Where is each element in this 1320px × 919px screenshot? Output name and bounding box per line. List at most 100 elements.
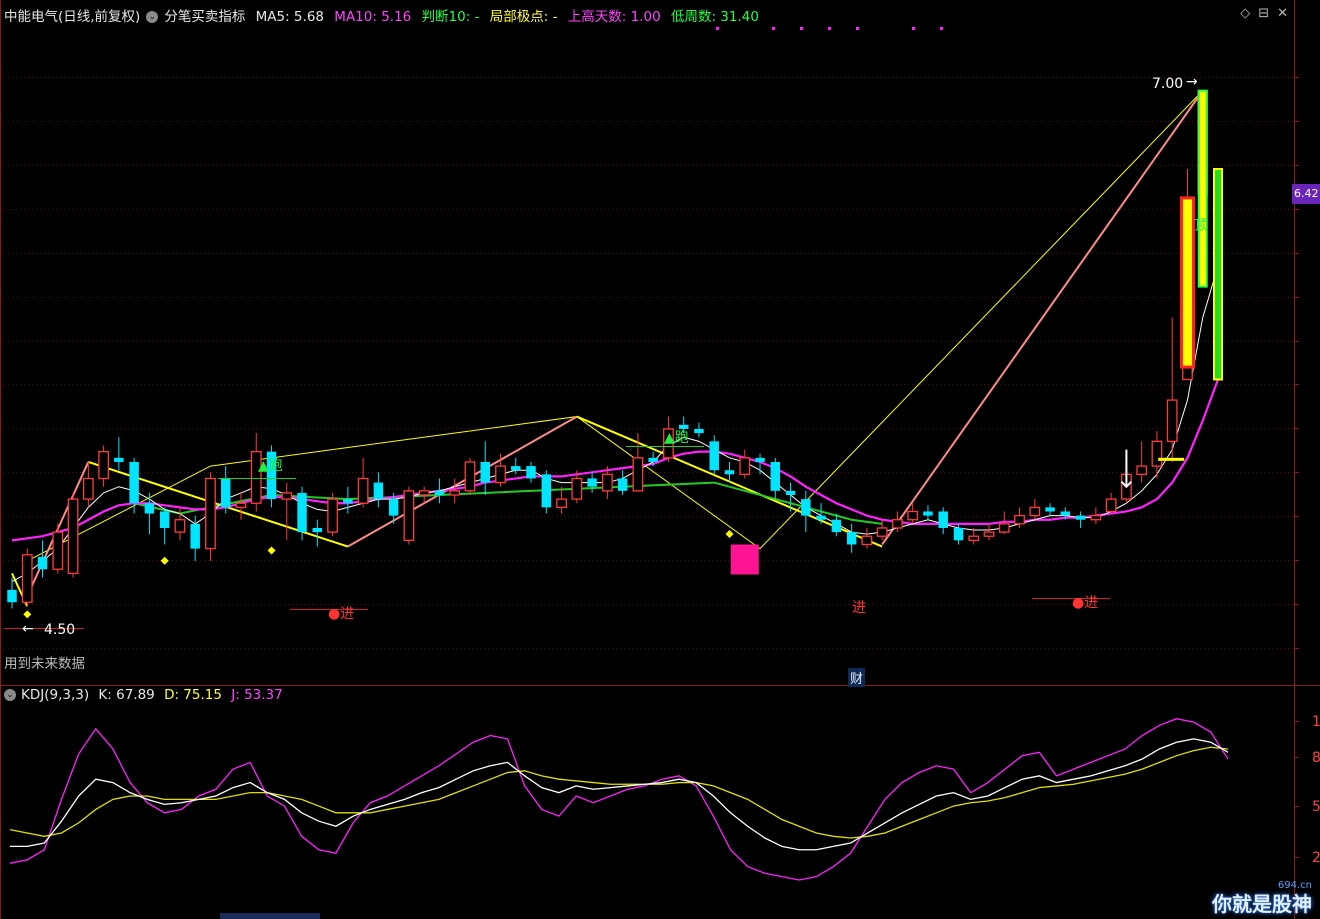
- candle: [205, 472, 216, 561]
- chart-header: 中能电气(日线,前复权) ⌄ 分笔买卖指标 MA5: 5.68 MA10: 5.16…: [4, 5, 765, 25]
- site-logo: 你就是股神: [1212, 892, 1312, 916]
- price-chart[interactable]: ▲跑 ▲跑 ●进 ●进 进 顶 ← 4.50 7.00→ 10 8 5 2: [0, 0, 1320, 919]
- candle-body: [1166, 399, 1178, 442]
- candle-body: [1075, 515, 1086, 520]
- candle-body: [709, 441, 719, 471]
- candle-body: [98, 450, 109, 480]
- candle-body: [67, 498, 79, 575]
- signal-dot: [940, 27, 943, 30]
- candle-body: [144, 503, 155, 514]
- candle-body: [739, 457, 751, 475]
- candle-body: [648, 457, 658, 462]
- candle-body: [495, 465, 506, 484]
- candle-body: [281, 492, 293, 500]
- maximize-icon[interactable]: ⊟: [1258, 6, 1277, 21]
- close-icon[interactable]: ✕: [1277, 6, 1296, 21]
- candle-body: [968, 535, 980, 542]
- kdj-axis-label: 10: [1312, 714, 1320, 730]
- candle-body: [846, 532, 857, 545]
- candle: [464, 457, 476, 495]
- candle-body: [52, 531, 64, 570]
- ma10-value: MA10: 5.16: [334, 9, 412, 25]
- enter-signal-label: 进: [852, 600, 866, 616]
- candle-body: [861, 535, 873, 546]
- signal-dot: [912, 27, 915, 30]
- indicator-name[interactable]: 分笔买卖指标: [164, 9, 245, 25]
- candle-body: [938, 511, 948, 528]
- candle: [403, 486, 415, 545]
- candle-body: [1045, 507, 1055, 512]
- peak-candle: [1197, 89, 1208, 288]
- candle-body: [892, 519, 903, 529]
- signal-dot: [716, 27, 719, 30]
- kdj-d-value: D: 75.15: [164, 687, 222, 703]
- candle: [327, 492, 338, 537]
- candle-body: [1136, 465, 1148, 475]
- candle-body: [755, 457, 765, 462]
- signal-dot: [856, 27, 859, 30]
- kdj-name[interactable]: KDJ(9,3,3): [21, 687, 89, 703]
- stock-title[interactable]: 中能电气(日线,前复权): [4, 9, 140, 25]
- chart-stage[interactable]: ▲跑 ▲跑 ●进 ●进 进 顶 ← 4.50 7.00→ 10 8 5 2: [0, 0, 1320, 919]
- candle-body: [235, 502, 247, 508]
- max-price-label: 7.00: [1152, 76, 1183, 92]
- min-price-label: 4.50: [44, 622, 75, 638]
- candle-body: [205, 477, 216, 550]
- high-days-value: 上高天数: 1.00: [567, 9, 661, 25]
- candle-body: [464, 461, 476, 492]
- candle-body: [785, 490, 796, 495]
- candle-body: [434, 490, 445, 495]
- candle-body: [7, 589, 17, 603]
- candle-body: [449, 490, 461, 496]
- candle-body: [1090, 514, 1102, 521]
- high-arrow-icon: →: [1186, 74, 1198, 90]
- candle-body: [678, 424, 689, 429]
- low-arrow-icon: ←: [22, 621, 34, 637]
- candle: [266, 445, 277, 508]
- candle-body: [511, 466, 521, 471]
- candle-body: [21, 554, 33, 603]
- low-weeks-value: 低周数: 31.40: [670, 9, 759, 25]
- stop-marker: [1158, 457, 1185, 461]
- kdj-axis-label: 5: [1312, 799, 1320, 815]
- candle-body: [357, 477, 369, 504]
- kdj-axis-label: 8: [1312, 750, 1320, 766]
- candle-body: [724, 470, 735, 475]
- signal-dot: [828, 27, 831, 30]
- candle-body: [801, 499, 811, 516]
- candle-body: [388, 499, 399, 516]
- candle-body: [953, 527, 964, 541]
- candle-body: [1151, 440, 1163, 467]
- candle: [67, 492, 79, 578]
- kdj-axis-label: 2: [1312, 850, 1320, 866]
- candle-body: [418, 490, 430, 496]
- candle: [21, 548, 33, 607]
- indicator-menu-icon[interactable]: ⌄: [146, 11, 159, 23]
- kdj-menu-icon[interactable]: ⌄: [4, 689, 16, 701]
- candle-body: [174, 519, 186, 533]
- candle-body: [694, 428, 704, 434]
- candle-body: [1060, 511, 1071, 516]
- background: [0, 0, 1320, 919]
- signal-dot: [772, 27, 775, 30]
- local-extreme-value: 局部极点: -: [489, 9, 558, 25]
- candle-body: [190, 523, 200, 549]
- candle-body: [923, 511, 933, 516]
- judge-value: 判断10: -: [421, 9, 480, 25]
- candle-body: [556, 498, 567, 508]
- kdj-header: ⌄ KDJ(9,3,3) K: 67.89 D: 75.15 J: 53.37: [4, 687, 288, 703]
- candle-body: [770, 461, 781, 491]
- candle-body: [1105, 498, 1117, 513]
- candle: [541, 470, 552, 514]
- candle-body: [114, 457, 124, 462]
- candle-body: [159, 511, 170, 528]
- candle-body: [587, 478, 597, 487]
- top-candle: [1213, 168, 1223, 381]
- date-strip: [220, 913, 320, 919]
- restore-icon[interactable]: ◇: [1240, 6, 1258, 21]
- candle-body: [601, 473, 613, 492]
- candle-body: [37, 556, 48, 570]
- run-signal-label: ▲跑: [258, 458, 283, 474]
- finance-marker[interactable]: 财: [848, 668, 866, 687]
- candle-body: [220, 478, 231, 508]
